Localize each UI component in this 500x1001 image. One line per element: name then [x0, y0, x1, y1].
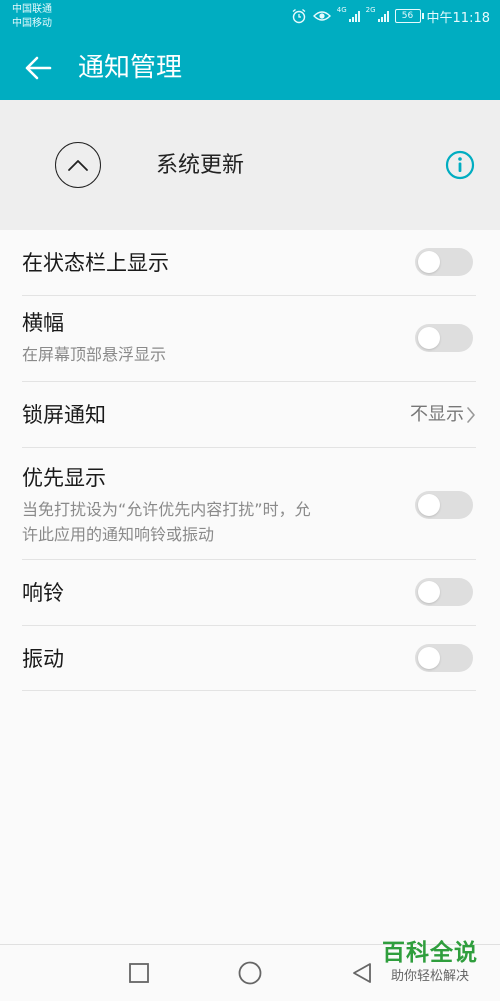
circle-icon	[238, 961, 262, 985]
page-title: 通知管理	[78, 53, 183, 83]
toggle-switch[interactable]	[415, 578, 473, 606]
carrier-1: 中国联通	[12, 4, 52, 15]
setting-vibrate[interactable]: 振动	[22, 626, 476, 691]
toggle-switch[interactable]	[415, 324, 473, 352]
setting-title: 横幅	[22, 311, 64, 335]
status-icons: 4G 2G 56 中午11:18	[291, 6, 490, 26]
setting-lockscreen-notification[interactable]: 锁屏通知 不显示	[22, 382, 476, 448]
setting-priority-display[interactable]: 优先显示 当免打扰设为“允许优先内容打扰”时，允 许此应用的通知响铃或振动	[22, 448, 476, 560]
setting-value[interactable]: 不显示	[410, 402, 476, 428]
carrier-info: 中国联通 中国移动	[12, 3, 52, 31]
toggle-switch[interactable]	[415, 491, 473, 519]
eye-icon	[312, 11, 331, 21]
setting-title: 振动	[22, 647, 64, 671]
network-type-1: 4G	[336, 6, 347, 14]
signal-icon	[348, 10, 360, 22]
app-bar: 中国联通 中国移动 4G 2G 56 中午11:18 通知管理	[0, 0, 500, 100]
triangle-back-icon	[353, 963, 371, 983]
toggle-switch[interactable]	[415, 248, 473, 276]
setting-title: 在状态栏上显示	[22, 251, 169, 275]
arrow-left-icon	[25, 56, 52, 80]
setting-subtitle-line-1: 当免打扰设为“允许优先内容打扰”时，允	[22, 500, 311, 519]
setting-subtitle: 在屏幕顶部悬浮显示	[22, 345, 167, 364]
back-button[interactable]	[20, 50, 56, 86]
chevron-up-icon	[68, 160, 88, 171]
settings-list: 在状态栏上显示 横幅 在屏幕顶部悬浮显示 锁屏通知 不显示 优先显示 当免打扰设…	[22, 230, 476, 691]
setting-value-text: 不显示	[410, 404, 464, 425]
battery-icon: 56	[394, 9, 424, 23]
setting-title: 响铃	[22, 581, 64, 605]
carrier-2: 中国移动	[12, 18, 52, 29]
recents-button[interactable]	[125, 959, 153, 987]
clock: 中午11:18	[426, 10, 490, 26]
setting-show-in-status-bar[interactable]: 在状态栏上显示	[22, 230, 476, 296]
toggle-switch[interactable]	[415, 644, 473, 672]
watermark-subtitle: 助你轻松解决	[390, 969, 469, 984]
setting-subtitle-line-2: 许此应用的通知响铃或振动	[22, 525, 215, 544]
alarm-icon	[292, 8, 306, 24]
setting-ring[interactable]: 响铃	[22, 560, 476, 626]
app-header: 系统更新	[0, 100, 500, 230]
setting-title: 优先显示	[22, 466, 106, 490]
watermark: 百科全说 助你轻松解决	[374, 938, 486, 986]
back-nav-button[interactable]	[348, 959, 376, 987]
info-icon	[445, 150, 475, 180]
network-type-2: 2G	[365, 6, 376, 14]
home-button[interactable]	[236, 959, 264, 987]
square-icon	[129, 963, 149, 983]
battery-level: 56	[401, 11, 414, 21]
app-name: 系统更新	[156, 153, 245, 178]
setting-title: 锁屏通知	[22, 403, 106, 427]
info-button[interactable]	[444, 149, 476, 181]
collapse-button[interactable]	[55, 142, 101, 188]
chevron-right-icon	[467, 407, 475, 423]
watermark-title: 百科全说	[382, 940, 478, 966]
signal-icon-2	[377, 10, 389, 22]
setting-banner[interactable]: 横幅 在屏幕顶部悬浮显示	[22, 296, 476, 382]
